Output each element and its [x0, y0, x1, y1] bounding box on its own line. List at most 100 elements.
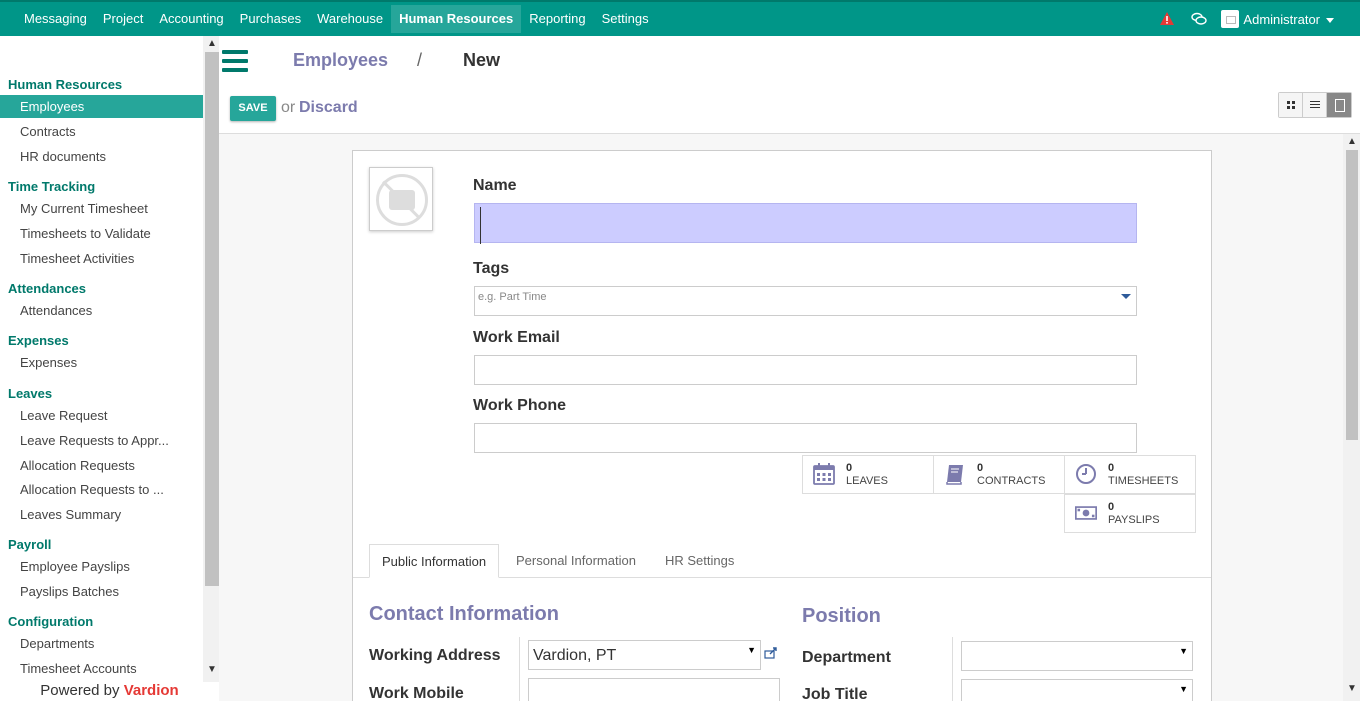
top-navbar: Messaging Project Accounting Purchases W… — [0, 0, 1360, 36]
work-email-input[interactable] — [474, 355, 1137, 385]
working-address-value: Vardion, PT — [533, 647, 617, 664]
scroll-up-icon[interactable]: ▲ — [1347, 136, 1357, 147]
sidebar-scrollbar[interactable]: ▲ ▼ — [203, 36, 219, 682]
money-icon — [1075, 506, 1097, 520]
contracts-label: CONTRACTS — [977, 475, 1046, 487]
name-input[interactable] — [474, 203, 1137, 244]
powered-by: Powered by Vardion — [0, 682, 219, 701]
clock-icon — [1076, 464, 1096, 484]
department-select[interactable]: ▼ — [961, 641, 1193, 671]
menu-purchases[interactable]: Purchases — [232, 5, 309, 33]
sidebar-item-expenses[interactable]: Expenses — [0, 351, 203, 374]
work-phone-input[interactable] — [474, 423, 1137, 453]
breadcrumb-separator: / — [417, 50, 423, 70]
save-button[interactable]: SAVE — [230, 96, 276, 121]
sidebar-section-expenses: Expenses — [8, 333, 69, 348]
kanban-view-icon[interactable] — [1279, 93, 1303, 117]
menu-human-resources[interactable]: Human Resources — [391, 5, 522, 33]
working-address-select[interactable]: Vardion, PT ▼ — [528, 640, 761, 670]
scrollbar-thumb[interactable] — [1346, 150, 1358, 440]
warning-icon[interactable] — [1159, 11, 1175, 27]
tab-hr-settings[interactable]: HR Settings — [653, 544, 746, 578]
sidebar-item-leave-requests-to-appr[interactable]: Leave Requests to Appr... — [0, 429, 203, 452]
contracts-count: 0 — [977, 462, 984, 474]
sidebar-item-my-current-timesheet[interactable]: My Current Timesheet — [0, 197, 203, 220]
leaves-label: LEAVES — [846, 475, 888, 487]
sidebar-item-hr-documents[interactable]: HR documents — [0, 145, 203, 168]
contracts-stat-button[interactable]: 0 CONTRACTS — [933, 455, 1065, 494]
menu-settings[interactable]: Settings — [594, 5, 657, 33]
book-icon — [946, 465, 963, 485]
tags-label: Tags — [473, 260, 510, 277]
or-label: or — [281, 99, 296, 116]
timesheets-stat-button[interactable]: 0 TIMESHEETS — [1064, 455, 1196, 494]
work-mobile-label: Work Mobile — [369, 685, 464, 701]
sidebar-section-leaves: Leaves — [8, 386, 53, 401]
external-link-icon[interactable] — [764, 647, 778, 659]
tab-public-information[interactable]: Public Information — [369, 544, 500, 578]
sidebar-item-employee-payslips[interactable]: Employee Payslips — [0, 555, 203, 578]
control-panel: Employees / New SAVE or Discard — [219, 36, 1360, 134]
department-label: Department — [802, 649, 891, 666]
form-view-icon[interactable] — [1327, 93, 1351, 117]
sidebar-item-contracts[interactable]: Contracts — [0, 120, 203, 143]
scroll-down-icon[interactable]: ▼ — [1347, 683, 1357, 694]
timesheets-count: 0 — [1108, 462, 1115, 474]
position-heading: Position — [802, 605, 881, 627]
payslips-stat-button[interactable]: 0 PAYSLIPS — [1064, 494, 1196, 533]
hamburger-menu-icon[interactable] — [222, 50, 248, 72]
menu-reporting[interactable]: Reporting — [521, 5, 593, 33]
sidebar-item-timesheet-activities[interactable]: Timesheet Activities — [0, 247, 203, 270]
payslips-label: PAYSLIPS — [1108, 514, 1160, 526]
job-title-select[interactable]: ▼ — [961, 679, 1193, 701]
sidebar-item-timesheets-to-validate[interactable]: Timesheets to Validate — [0, 222, 203, 245]
leaves-stat-button[interactable]: 0 LEAVES — [802, 455, 934, 494]
breadcrumb-current: New — [463, 50, 501, 70]
name-label: Name — [473, 177, 517, 194]
caret-down-icon: ▼ — [1179, 684, 1188, 694]
sidebar-item-attendances[interactable]: Attendances — [0, 299, 203, 322]
sidebar-section-attendances: Attendances — [8, 281, 87, 296]
field-divider — [519, 637, 520, 701]
form-view-area: Name Tags e.g. Part Time Work Email Work… — [219, 134, 1343, 701]
sidebar-item-employees[interactable]: Employees — [0, 95, 203, 118]
scroll-up-icon[interactable]: ▲ — [207, 38, 217, 49]
breadcrumb-employees[interactable]: Employees — [293, 50, 388, 71]
discard-button[interactable]: Discard — [299, 99, 358, 117]
sidebar-item-payslips-batches[interactable]: Payslips Batches — [0, 580, 203, 603]
menu-messaging[interactable]: Messaging — [16, 5, 95, 33]
work-email-label: Work Email — [473, 329, 560, 346]
sidebar-item-leave-request[interactable]: Leave Request — [0, 404, 203, 427]
sidebar-item-leaves-summary[interactable]: Leaves Summary — [0, 503, 203, 526]
menu-project[interactable]: Project — [95, 5, 151, 33]
field-divider — [952, 637, 953, 701]
employee-photo[interactable] — [369, 167, 433, 231]
chat-icon[interactable] — [1191, 12, 1208, 26]
sidebar-section-time-tracking: Time Tracking — [8, 179, 96, 194]
tags-input[interactable]: e.g. Part Time — [474, 286, 1137, 316]
app-menu: Messaging Project Accounting Purchases W… — [0, 2, 657, 36]
work-phone-label: Work Phone — [473, 397, 567, 414]
main-scrollbar[interactable]: ▲ ▼ — [1343, 134, 1360, 701]
working-address-label: Working Address — [369, 647, 501, 664]
work-mobile-input[interactable] — [528, 678, 780, 701]
scroll-down-icon[interactable]: ▼ — [207, 664, 217, 675]
sidebar-item-timesheet-accounts[interactable]: Timesheet Accounts — [0, 657, 203, 680]
notebook-tabs: Public Information Personal Information … — [353, 544, 1211, 578]
menu-warehouse[interactable]: Warehouse — [309, 5, 391, 33]
list-view-icon[interactable] — [1303, 93, 1327, 117]
sidebar: Human Resources Employees Contracts HR docu… — [0, 36, 219, 701]
sidebar-item-allocation-requests-to[interactable]: Allocation Requests to ... — [0, 478, 203, 501]
tab-personal-information[interactable]: Personal Information — [504, 544, 648, 578]
sidebar-item-departments[interactable]: Departments — [0, 632, 203, 655]
user-name: Administrator — [1243, 11, 1320, 27]
chevron-down-icon[interactable] — [1121, 294, 1131, 299]
powered-by-brand[interactable]: Vardion — [124, 682, 179, 699]
menu-accounting[interactable]: Accounting — [151, 5, 231, 33]
payslips-count: 0 — [1108, 501, 1115, 513]
sidebar-item-allocation-requests[interactable]: Allocation Requests — [0, 454, 203, 477]
scrollbar-thumb[interactable] — [205, 52, 219, 586]
user-menu[interactable]: Administrator — [1243, 12, 1334, 27]
avatar[interactable] — [1221, 10, 1240, 28]
job-title-label: Job Title — [802, 686, 868, 701]
